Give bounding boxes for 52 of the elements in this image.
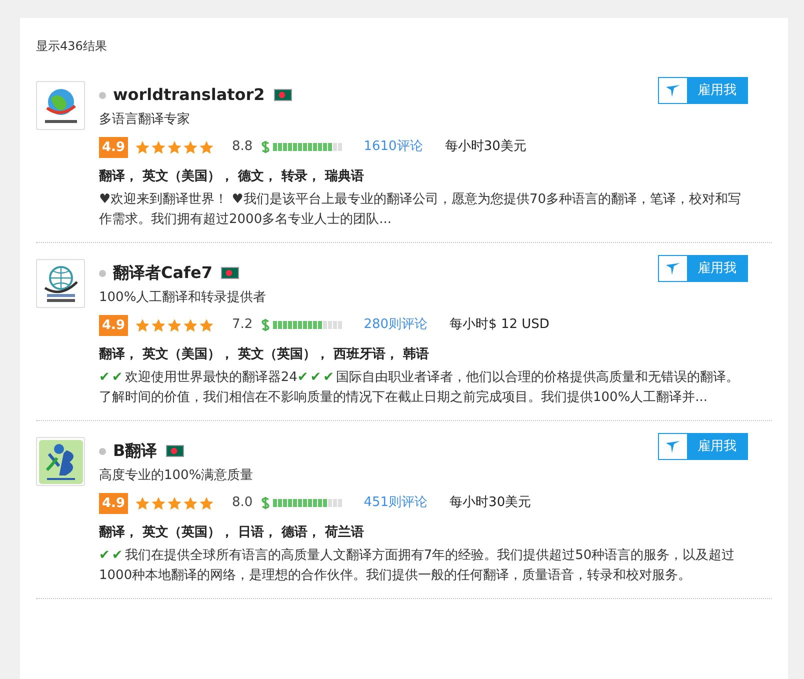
headline: 高度专业的100%满意质量 — [99, 467, 254, 485]
rating-badge: 4.9 — [99, 136, 128, 158]
skills-list: 翻译， 英文（美国）， 德文， 转录， 瑞典语 — [99, 166, 772, 186]
star-icon — [167, 140, 182, 154]
hourly-rate: 每小时$ 12 USD — [450, 316, 550, 334]
translator-name[interactable]: 翻译者Cafe7 — [113, 261, 212, 285]
dollar-icon — [260, 318, 270, 332]
paper-plane-icon — [665, 262, 681, 276]
star-icon — [183, 140, 198, 154]
star-icon — [167, 496, 182, 510]
skills-list: 翻译， 英文（英国）， 日语， 德语， 荷兰语 — [99, 522, 772, 542]
headline: 多语言翻译专家 — [99, 111, 191, 129]
flag-icon — [274, 89, 292, 101]
flag-icon — [166, 445, 184, 457]
translator-name[interactable]: B翻译 — [113, 439, 158, 463]
rating-badge: 4.9 — [99, 492, 128, 514]
price-score: 7.2 — [232, 316, 253, 334]
star-icon — [135, 318, 150, 332]
results-count: 显示436结果 — [36, 38, 108, 55]
price-score: 8.8 — [232, 138, 253, 156]
star-icon — [183, 496, 198, 510]
paper-plane-icon — [665, 84, 681, 98]
headline: 100%人工翻译和转录提供者 — [99, 289, 268, 307]
skills-list: 翻译， 英文（美国）， 英文（英国）， 西班牙语， 韩语 — [99, 344, 772, 364]
hourly-rate: 每小时30美元 — [444, 138, 526, 156]
flag-icon — [221, 267, 240, 279]
star-icon — [151, 496, 166, 510]
rating-badge: 4.9 — [99, 314, 128, 336]
star-icon — [199, 496, 214, 510]
hire-button[interactable]: 雇用我 — [658, 433, 748, 460]
reviews-link[interactable]: 451则评论 — [364, 493, 428, 513]
hourly-rate: 每小时30美元 — [450, 494, 532, 512]
reviews-link[interactable]: 1610评论 — [364, 137, 423, 157]
description: ✔✔我们在提供全球所有语言的高质量人文翻译方面拥有7年的经验。我们提供超过50种语言的服务，以及超过1000种本地翻译的网络，是理想的合作伙伴。我们提供一般的任何翻译，质量语音，转录和校对服务。 — [99, 547, 736, 585]
description: ♥欢迎来到翻译世界！ ♥我们是该平台上最专业的翻译公司，愿意为您提供70多种语言的翻译，笔译，校对和写作需求。我们拥有超过2000多名专业人士的团队... — [99, 191, 742, 229]
description: ✔✔欢迎使用世界最快的翻译器24✔✔✔国际自由职业者译者，他们以合理的价格提供高质量和无错误的翻译。了解时间的价值，我们相信在不影响质量的情况下在截止日期之前完成项目。我们提供100%人工翻译并... — [99, 369, 740, 407]
star-icon — [167, 318, 182, 332]
star-icon — [135, 496, 150, 510]
hire-button[interactable]: 雇用我 — [658, 77, 748, 104]
price-score: 8.0 — [232, 494, 253, 512]
reviews-link[interactable]: 280则评论 — [364, 315, 428, 335]
paper-plane-icon — [665, 440, 681, 454]
star-icon — [199, 318, 214, 332]
star-icon — [151, 140, 166, 154]
star-icon — [199, 140, 214, 154]
dollar-icon — [260, 496, 270, 510]
star-icon — [135, 140, 150, 154]
hire-button[interactable]: 雇用我 — [658, 255, 748, 282]
star-icon — [183, 318, 198, 332]
dollar-icon — [260, 140, 270, 154]
star-icon — [151, 318, 166, 332]
translator-name[interactable]: worldtranslator2 — [113, 83, 265, 107]
